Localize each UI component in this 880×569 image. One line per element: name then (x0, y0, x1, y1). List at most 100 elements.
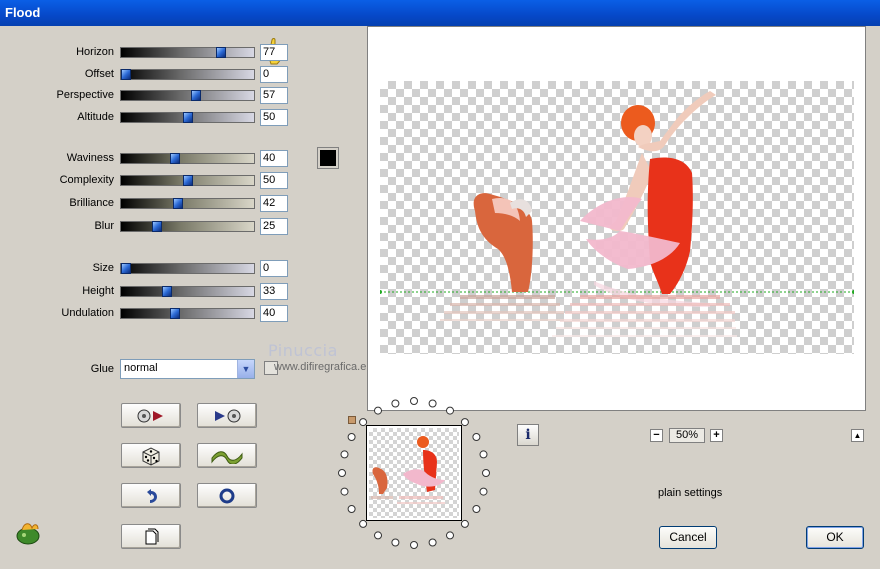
altitude-value-input[interactable]: 50 (260, 109, 288, 126)
info-button[interactable]: i (517, 424, 539, 446)
slider-thumb[interactable] (182, 112, 193, 123)
slider-thumb[interactable] (191, 90, 202, 101)
undo-button[interactable] (121, 483, 181, 508)
slider-thumb[interactable] (172, 198, 183, 209)
height-slider[interactable] (120, 286, 255, 297)
reset-circle-icon (219, 488, 235, 503)
dialog-body: Horizon 77 Offset 0 Perspective 57 Altit… (0, 26, 880, 569)
slider-label: Blur (94, 220, 114, 232)
load-preset-button[interactable] (121, 403, 181, 428)
brilliance-slider[interactable] (120, 198, 255, 209)
complexity-value-input[interactable]: 50 (260, 172, 288, 189)
slider-row-undulation: Undulation 40 (0, 305, 300, 323)
slider-thumb[interactable] (161, 286, 172, 297)
slider-row-blur: Blur 25 (0, 218, 300, 236)
slider-label: Waviness (66, 152, 114, 164)
offset-slider[interactable] (120, 69, 255, 80)
navigator-handle[interactable] (348, 416, 356, 424)
save-preset-button[interactable] (197, 403, 257, 428)
save-preset-icon (215, 409, 241, 422)
title-bar: Flood (0, 0, 880, 26)
horizon-value-input[interactable]: 77 (260, 44, 288, 61)
load-preset-icon (137, 409, 163, 422)
info-icon: i (525, 427, 531, 443)
chevron-up-icon: ▲ (853, 431, 862, 440)
slider-thumb[interactable] (170, 153, 181, 164)
navigator-ring-dot (359, 519, 368, 528)
navigator-ring-dot (391, 538, 400, 547)
blur-slider[interactable] (120, 221, 255, 232)
slider-thumb[interactable] (170, 308, 181, 319)
zoom-in-button[interactable]: + (710, 429, 723, 442)
cancel-button[interactable]: Cancel (659, 526, 717, 549)
height-value-input[interactable]: 33 (260, 283, 288, 300)
navigator-thumbnail[interactable] (366, 425, 462, 521)
ok-button[interactable]: OK (806, 526, 864, 549)
dice-icon (142, 446, 160, 466)
size-slider[interactable] (120, 263, 255, 274)
navigator-ring-dot (340, 487, 349, 496)
plugin-logo-icon (16, 523, 40, 545)
watermark-site: www.difiregrafica.eu (274, 361, 373, 373)
slider-row-brilliance: Brilliance 42 (0, 195, 300, 213)
color-swatch-fill (320, 150, 336, 166)
navigator-ring-dot (374, 531, 382, 540)
blur-value-input[interactable]: 25 (260, 218, 288, 235)
randomize-button[interactable] (121, 443, 181, 468)
slider-row-size: Size 0 (0, 260, 300, 278)
navigator-ring-dot (347, 505, 356, 513)
brilliance-value-input[interactable]: 42 (260, 195, 288, 212)
glue-label: Glue (90, 363, 114, 375)
slider-row-horizon: Horizon 77 (0, 44, 300, 62)
slider-row-height: Height 33 (0, 283, 300, 301)
navigator-ring-dot (460, 519, 469, 528)
slider-label: Brilliance (69, 197, 114, 209)
collapse-button[interactable]: ▲ (851, 429, 864, 442)
perspective-slider[interactable] (120, 90, 255, 101)
slider-label: Perspective (56, 89, 114, 101)
preset-status: plain settings (658, 487, 723, 499)
navigator-ring-dot (347, 433, 356, 441)
slider-label: Undulation (61, 307, 114, 319)
offset-value-input[interactable]: 0 (260, 66, 288, 83)
slider-row-perspective: Perspective 57 (0, 87, 300, 105)
reset-button[interactable] (197, 483, 257, 508)
copy-button[interactable] (121, 524, 181, 549)
waviness-slider[interactable] (120, 153, 255, 164)
navigator-ring-dot (446, 531, 454, 540)
zoom-level: 50% (669, 428, 705, 443)
wave-button[interactable] (197, 443, 257, 468)
navigator-ring-dot (340, 450, 349, 459)
slider-thumb[interactable] (121, 263, 131, 274)
slider-thumb[interactable] (121, 69, 131, 80)
slider-thumb[interactable] (182, 175, 193, 186)
flood-preview-image (380, 91, 854, 337)
slider-label: Complexity (59, 174, 114, 186)
perspective-value-input[interactable]: 57 (260, 87, 288, 104)
slider-label: Size (92, 262, 114, 274)
preview-canvas (380, 81, 854, 354)
slider-label: Height (82, 285, 114, 297)
slider-label: Horizon (76, 46, 114, 58)
chevron-down-icon[interactable]: ▼ (237, 360, 254, 378)
horizon-slider[interactable] (120, 47, 255, 58)
undulation-value-input[interactable]: 40 (260, 305, 288, 322)
size-value-input[interactable]: 0 (260, 260, 288, 277)
preview-panel[interactable] (367, 26, 866, 411)
navigator-ring-dot (472, 505, 481, 513)
navigator-ring-dot (472, 433, 481, 441)
waviness-value-input[interactable]: 40 (260, 150, 288, 167)
navigator-ring-dot (410, 541, 418, 549)
undulation-slider[interactable] (120, 308, 255, 319)
glue-dropdown[interactable]: normal ▼ (120, 359, 255, 379)
window-title: Flood (5, 5, 41, 20)
glue-value: normal (124, 362, 158, 374)
navigator-ring-dot (428, 538, 437, 547)
slider-thumb[interactable] (215, 47, 226, 58)
slider-row-complexity: Complexity 50 (0, 172, 300, 190)
complexity-slider[interactable] (120, 175, 255, 186)
slider-thumb[interactable] (151, 221, 162, 232)
altitude-slider[interactable] (120, 112, 255, 123)
color-swatch[interactable] (317, 147, 339, 169)
zoom-out-button[interactable]: − (650, 429, 663, 442)
